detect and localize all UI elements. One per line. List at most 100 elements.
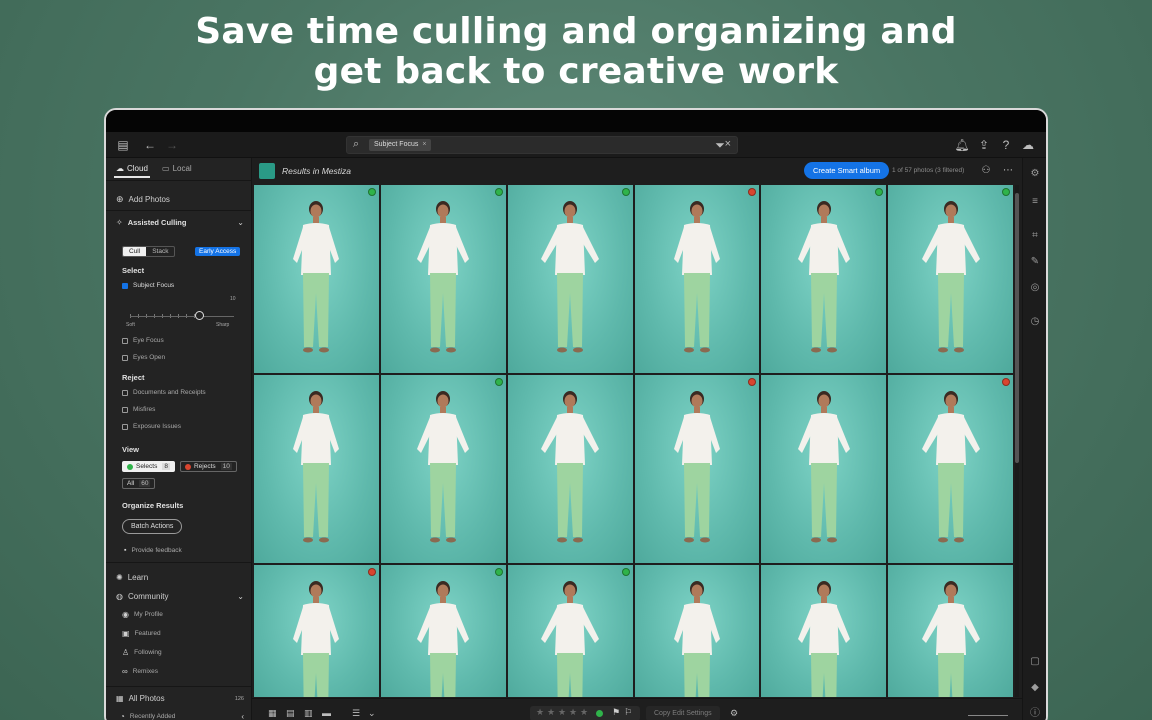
eye-focus-checkbox[interactable]: Eye Focus: [122, 337, 164, 344]
edit-icon[interactable]: ⚙: [1029, 168, 1041, 180]
grid-view-icon[interactable]: ▦: [268, 708, 277, 719]
comment-icon[interactable]: ▢: [1029, 656, 1041, 668]
help-icon[interactable]: ?: [998, 137, 1014, 153]
healing-icon[interactable]: ✎: [1029, 256, 1041, 268]
reject-flag-icon[interactable]: [1002, 378, 1010, 386]
sidebar-item-featured[interactable]: ▣ Featured: [122, 629, 161, 638]
tab-local[interactable]: ▭ Local: [162, 164, 192, 173]
select-flag-icon[interactable]: [621, 568, 630, 576]
sidebar-item-remixes[interactable]: ∞ Remixes: [122, 667, 158, 676]
reject-flag-icon[interactable]: [367, 568, 376, 576]
search-bar[interactable]: ⌕ Subject Focus × ×: [346, 136, 738, 154]
star-rating-icon[interactable]: ★: [580, 707, 588, 718]
star-rating-icon[interactable]: ★: [558, 707, 566, 718]
stack-option[interactable]: Stack: [146, 247, 174, 256]
photo-thumbnail[interactable]: [254, 565, 379, 697]
filter-icon[interactable]: ⏷: [712, 137, 728, 153]
all-filter-pill[interactable]: All 60: [122, 478, 156, 489]
more-options-icon[interactable]: ⋯: [1000, 163, 1016, 179]
select-flag-icon[interactable]: [621, 188, 630, 196]
tab-cloud[interactable]: ☁ Cloud: [116, 164, 148, 173]
all-filter[interactable]: All 60: [122, 478, 156, 489]
photo-thumbnail[interactable]: [634, 185, 760, 373]
sidebar-item-following[interactable]: ♙ Following: [122, 648, 162, 657]
reject-flag-toggle-icon[interactable]: ⚐: [624, 707, 632, 718]
photo-thumbnail[interactable]: [380, 375, 506, 563]
square-grid-icon[interactable]: ▤: [286, 708, 295, 719]
panel-toggle-icon[interactable]: ▤: [115, 137, 131, 153]
sidebar-item-my-profile[interactable]: ◉ My Profile: [122, 610, 163, 619]
star-rating-icon[interactable]: ★: [536, 707, 544, 718]
focus-slider-track[interactable]: [130, 316, 234, 317]
settings-gear-icon[interactable]: ⚙: [730, 708, 738, 719]
exposure-issues-checkbox[interactable]: Exposure Issues: [122, 423, 181, 430]
crop-icon[interactable]: ⌗: [1029, 230, 1041, 242]
cloud-icon[interactable]: ☁: [1020, 137, 1036, 153]
photo-thumbnail[interactable]: [254, 375, 379, 563]
single-view-icon[interactable]: ▬: [322, 708, 331, 718]
select-flag-icon[interactable]: [494, 378, 503, 386]
provide-feedback-link[interactable]: ▪ Provide feedback: [124, 547, 182, 554]
subject-focus-checkbox[interactable]: Subject Focus: [122, 282, 174, 289]
green-label-dot[interactable]: [596, 710, 603, 717]
all-photos-item[interactable]: ▦ All Photos 126: [116, 694, 244, 703]
pick-flag-icon[interactable]: ⚑: [612, 707, 620, 718]
photo-thumbnail[interactable]: [761, 375, 887, 563]
misfires-checkbox[interactable]: Misfires: [122, 406, 155, 413]
batch-actions-button[interactable]: Batch Actions: [122, 519, 183, 534]
photo-thumbnail[interactable]: [888, 185, 1013, 373]
detail-view-icon[interactable]: ▥: [304, 708, 313, 719]
star-rating-icon[interactable]: ★: [569, 707, 577, 718]
photo-thumbnail[interactable]: [888, 565, 1013, 697]
photo-thumbnail[interactable]: [761, 565, 887, 697]
sort-chevron-icon[interactable]: ⌄: [368, 708, 376, 719]
back-arrow-icon[interactable]: ←: [142, 137, 158, 153]
cull-option[interactable]: Cull: [123, 247, 147, 256]
documents-receipts-checkbox[interactable]: Documents and Receipts: [122, 389, 206, 396]
search-filter-chip[interactable]: Subject Focus ×: [369, 139, 432, 151]
bell-icon[interactable]: 🔔︎: [954, 137, 970, 153]
thumbnail-size-slider[interactable]: [968, 715, 1008, 716]
select-flag-icon[interactable]: [494, 188, 503, 196]
learn-item[interactable]: ✺ Learn: [116, 573, 148, 582]
add-photos-button[interactable]: ⊕ Add Photos: [116, 194, 170, 205]
select-flag-icon[interactable]: [367, 188, 376, 196]
photo-thumbnail[interactable]: [634, 565, 760, 697]
photo-thumbnail[interactable]: [761, 185, 887, 373]
copy-edit-settings-button[interactable]: Copy Edit Settings: [646, 706, 720, 720]
chip-remove-icon[interactable]: ×: [422, 141, 426, 148]
photo-thumbnail[interactable]: [634, 375, 760, 563]
recently-added-item[interactable]: ◔ Recently Added ‹: [120, 712, 244, 720]
rejects-filter[interactable]: Rejects 10: [179, 461, 237, 472]
grid-scrollbar[interactable]: [1015, 185, 1019, 697]
model-figure: [921, 391, 980, 543]
cull-stack-toggle[interactable]: Cull Stack: [122, 246, 176, 257]
sort-icon[interactable]: ☰: [352, 708, 360, 719]
photo-thumbnail[interactable]: [380, 185, 506, 373]
forward-arrow-icon[interactable]: →: [164, 137, 180, 153]
photo-thumbnail[interactable]: [507, 565, 633, 697]
headline-line-1: Save time culling and organizing and: [195, 11, 957, 52]
selects-filter[interactable]: Selects 8: [122, 461, 175, 472]
focus-slider-handle[interactable]: [195, 311, 204, 320]
eyes-open-checkbox[interactable]: Eyes Open: [122, 354, 165, 361]
select-flag-icon[interactable]: [1002, 188, 1010, 196]
select-flag-icon[interactable]: [494, 568, 503, 576]
tag-icon[interactable]: ◆: [1029, 682, 1041, 694]
photo-thumbnail[interactable]: [254, 185, 379, 373]
star-rating-icon[interactable]: ★: [547, 707, 555, 718]
info-icon[interactable]: ⓘ: [1029, 708, 1041, 720]
sliders-icon[interactable]: ≡: [1029, 196, 1041, 208]
community-header[interactable]: ◍ Community ⌄: [116, 592, 244, 601]
photo-thumbnail[interactable]: [507, 185, 633, 373]
assisted-culling-header[interactable]: ✧ Assisted Culling ⌄: [116, 218, 244, 227]
create-smart-album-button[interactable]: Create Smart album: [804, 162, 890, 179]
share-icon[interactable]: ⇪: [976, 137, 992, 153]
masking-icon[interactable]: ◎: [1029, 282, 1041, 294]
photo-thumbnail[interactable]: [380, 565, 506, 697]
scrollbar-thumb[interactable]: [1015, 193, 1019, 463]
history-icon[interactable]: ◷: [1029, 316, 1041, 328]
photo-thumbnail[interactable]: [888, 375, 1013, 563]
people-icon[interactable]: ⚇: [978, 163, 994, 179]
photo-thumbnail[interactable]: [507, 375, 633, 563]
